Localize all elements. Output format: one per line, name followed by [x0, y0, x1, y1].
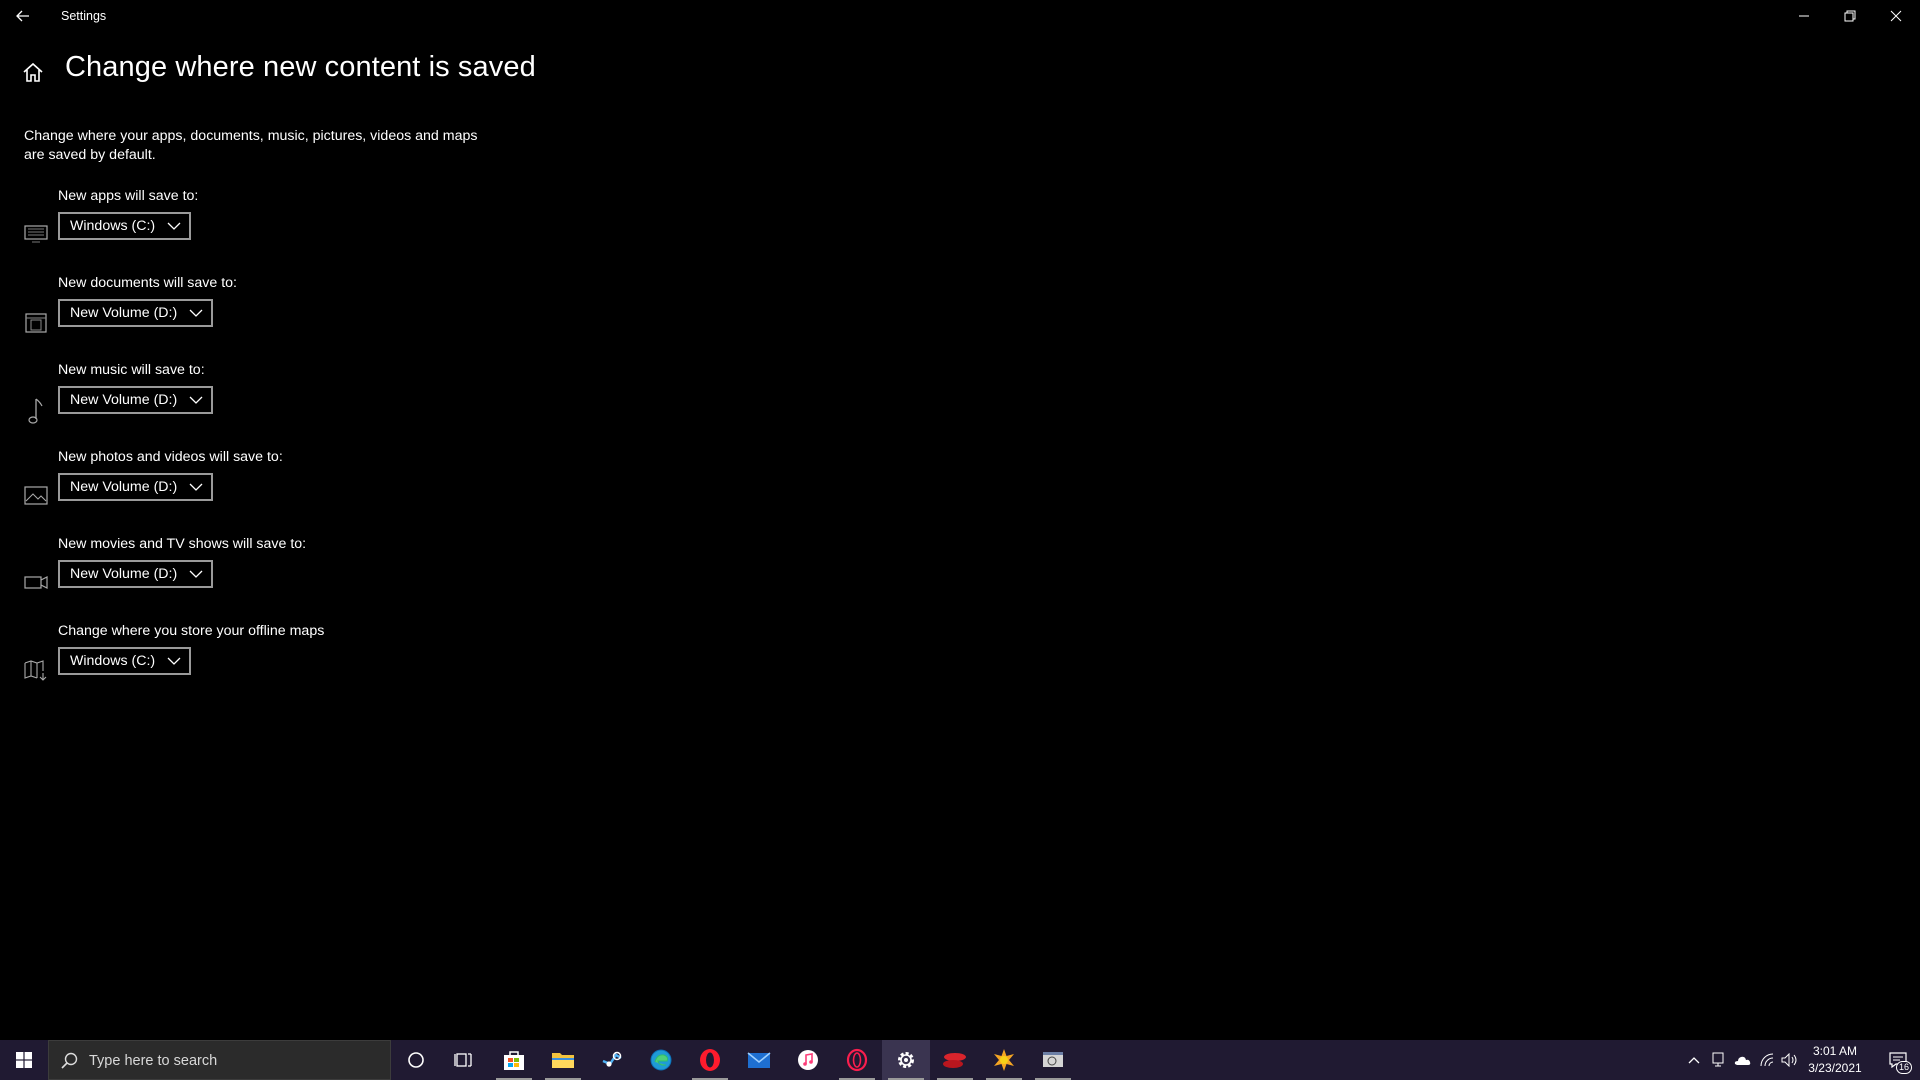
chevron-down-icon — [189, 308, 203, 318]
home-button[interactable] — [21, 61, 47, 87]
chevron-down-icon — [167, 221, 181, 231]
dropdown-value: New Volume (D:) — [70, 566, 178, 582]
restore-icon — [1844, 10, 1856, 22]
wifi-icon — [1760, 1053, 1774, 1067]
opera-icon — [700, 1049, 720, 1071]
title-bar: Settings — [0, 0, 1920, 32]
dropdown-value: Windows (C:) — [70, 218, 156, 234]
close-icon — [1890, 10, 1902, 22]
taskbar: Type here to search 3:01 AM 3/23/2021 16 — [0, 1040, 1920, 1080]
taskbar-app-orange[interactable] — [980, 1040, 1028, 1080]
taskbar-app-settings[interactable] — [882, 1040, 930, 1080]
taskbar-app-edge[interactable] — [637, 1040, 685, 1080]
app-window-icon — [1043, 1052, 1063, 1067]
taskbar-app-itunes[interactable] — [784, 1040, 832, 1080]
documents-drive-dropdown[interactable]: New Volume (D:) — [58, 299, 214, 327]
movies-save-location: New movies and TV shows will save to: Ne… — [0, 536, 500, 616]
monitor-icon — [23, 223, 49, 247]
taskbar-app-opera-gx[interactable] — [833, 1040, 881, 1080]
dropdown-value: Windows (C:) — [70, 653, 156, 669]
section-label: New photos and videos will save to: — [58, 449, 283, 465]
taskbar-app-red[interactable] — [931, 1040, 979, 1080]
windows-logo-icon — [16, 1052, 32, 1068]
action-center-button[interactable]: 16 — [1878, 1040, 1918, 1080]
taskbar-app-opera[interactable] — [686, 1040, 734, 1080]
section-label: New music will save to: — [58, 362, 205, 378]
home-icon — [23, 62, 43, 82]
taskbar-app-mail[interactable] — [735, 1040, 783, 1080]
steam-icon — [602, 1051, 622, 1067]
chevron-down-icon — [189, 482, 203, 492]
section-label: New movies and TV shows will save to: — [58, 536, 307, 552]
onedrive-cloud-icon — [1734, 1056, 1751, 1065]
map-download-icon — [23, 658, 49, 682]
opera-gx-icon — [846, 1048, 868, 1072]
search-placeholder: Type here to search — [89, 1053, 218, 1069]
page-description: Change where your apps, documents, music… — [24, 128, 478, 163]
edge-icon — [650, 1049, 672, 1071]
section-label: Change where you store your offline maps — [58, 623, 325, 639]
task-view-icon — [454, 1053, 472, 1067]
chevron-down-icon — [167, 656, 181, 666]
picture-icon — [23, 484, 49, 508]
itunes-icon — [798, 1050, 818, 1070]
file-explorer-icon — [552, 1053, 574, 1068]
back-arrow-icon — [16, 10, 29, 22]
minimize-button[interactable] — [1781, 0, 1827, 32]
notification-count-badge: 16 — [1895, 1061, 1912, 1074]
maps-drive-dropdown[interactable]: Windows (C:) — [58, 647, 192, 675]
taskbar-app-file-explorer[interactable] — [539, 1040, 587, 1080]
close-button[interactable] — [1873, 0, 1919, 32]
store-icon — [504, 1051, 524, 1070]
chevron-up-icon — [1688, 1057, 1700, 1064]
chevron-down-icon — [189, 395, 203, 405]
maps-save-location: Change where you store your offline maps… — [0, 623, 500, 703]
dropdown-value: New Volume (D:) — [70, 392, 178, 408]
taskbar-app-window[interactable] — [1029, 1040, 1077, 1080]
search-icon — [61, 1052, 78, 1069]
cortana-icon — [408, 1052, 424, 1068]
app-orange-icon — [994, 1049, 1014, 1071]
photos-drive-dropdown[interactable]: New Volume (D:) — [58, 473, 214, 501]
document-printer-icon — [23, 310, 49, 334]
tray-device-button[interactable] — [1707, 1040, 1729, 1080]
back-button[interactable] — [8, 2, 38, 30]
start-button[interactable] — [0, 1040, 48, 1080]
apps-save-location: New apps will save to: Windows (C:) — [0, 188, 500, 268]
page-title: Change where new content is saved — [65, 51, 536, 83]
tray-network-button[interactable] — [1756, 1040, 1778, 1080]
clock-time: 3:01 AM — [1812, 1044, 1858, 1058]
mail-icon — [747, 1052, 771, 1068]
taskbar-clock[interactable]: 3:01 AM 3/23/2021 — [1795, 1043, 1875, 1077]
photos-save-location: New photos and videos will save to: New … — [0, 449, 500, 529]
app-red-icon — [943, 1053, 966, 1068]
settings-gear-icon — [898, 1052, 914, 1068]
taskbar-search-box[interactable]: Type here to search — [48, 1040, 391, 1080]
dropdown-value: New Volume (D:) — [70, 305, 178, 321]
device-icon — [1712, 1052, 1724, 1067]
movies-drive-dropdown[interactable]: New Volume (D:) — [58, 560, 214, 588]
task-view-button[interactable] — [440, 1040, 488, 1080]
window-title: Settings — [61, 9, 107, 23]
section-label: New apps will save to: — [58, 188, 199, 204]
apps-drive-dropdown[interactable]: Windows (C:) — [58, 212, 192, 240]
music-drive-dropdown[interactable]: New Volume (D:) — [58, 386, 214, 414]
minimize-icon — [1799, 15, 1809, 17]
tray-onedrive-button[interactable] — [1731, 1040, 1753, 1080]
dropdown-value: New Volume (D:) — [70, 479, 178, 495]
show-hidden-icons-button[interactable] — [1683, 1040, 1705, 1080]
clock-date: 3/23/2021 — [1808, 1061, 1862, 1075]
chevron-down-icon — [189, 569, 203, 579]
music-note-icon — [23, 397, 49, 424]
taskbar-app-store[interactable] — [490, 1040, 538, 1080]
cortana-button[interactable] — [392, 1040, 440, 1080]
section-label: New documents will save to: — [58, 275, 237, 291]
documents-save-location: New documents will save to: New Volume (… — [0, 275, 500, 355]
restore-button[interactable] — [1827, 0, 1873, 32]
video-camera-icon — [23, 571, 49, 595]
taskbar-app-steam[interactable] — [588, 1040, 636, 1080]
music-save-location: New music will save to: New Volume (D:) — [0, 362, 500, 442]
